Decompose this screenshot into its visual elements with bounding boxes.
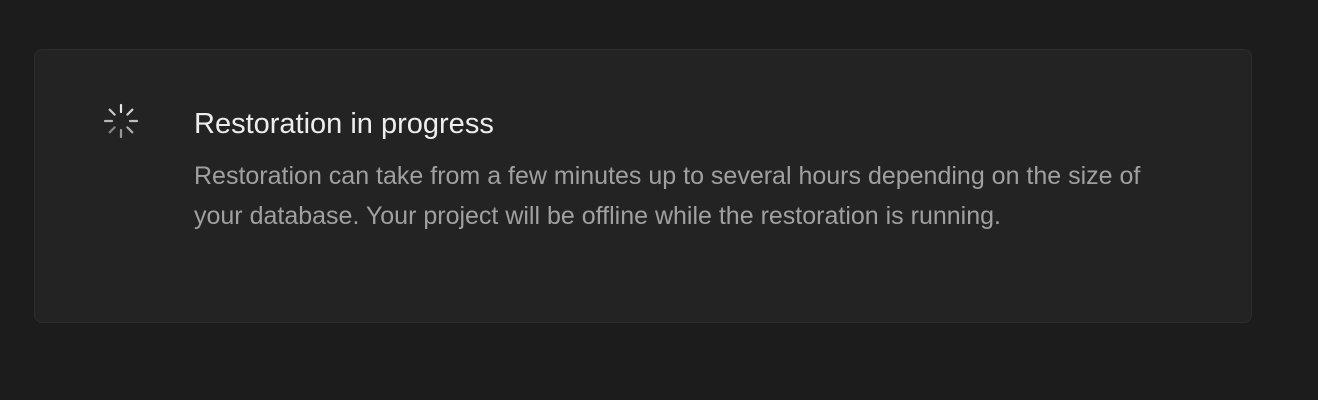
alert-title: Restoration in progress: [194, 108, 494, 140]
loading-spinner-icon: [101, 101, 141, 141]
restoration-status-card: Restoration in progress Restoration can …: [34, 49, 1252, 323]
alert-description: Restoration can take from a few minutes …: [194, 162, 1141, 230]
alert-content: Restoration in progress Restoration can …: [194, 104, 1194, 236]
